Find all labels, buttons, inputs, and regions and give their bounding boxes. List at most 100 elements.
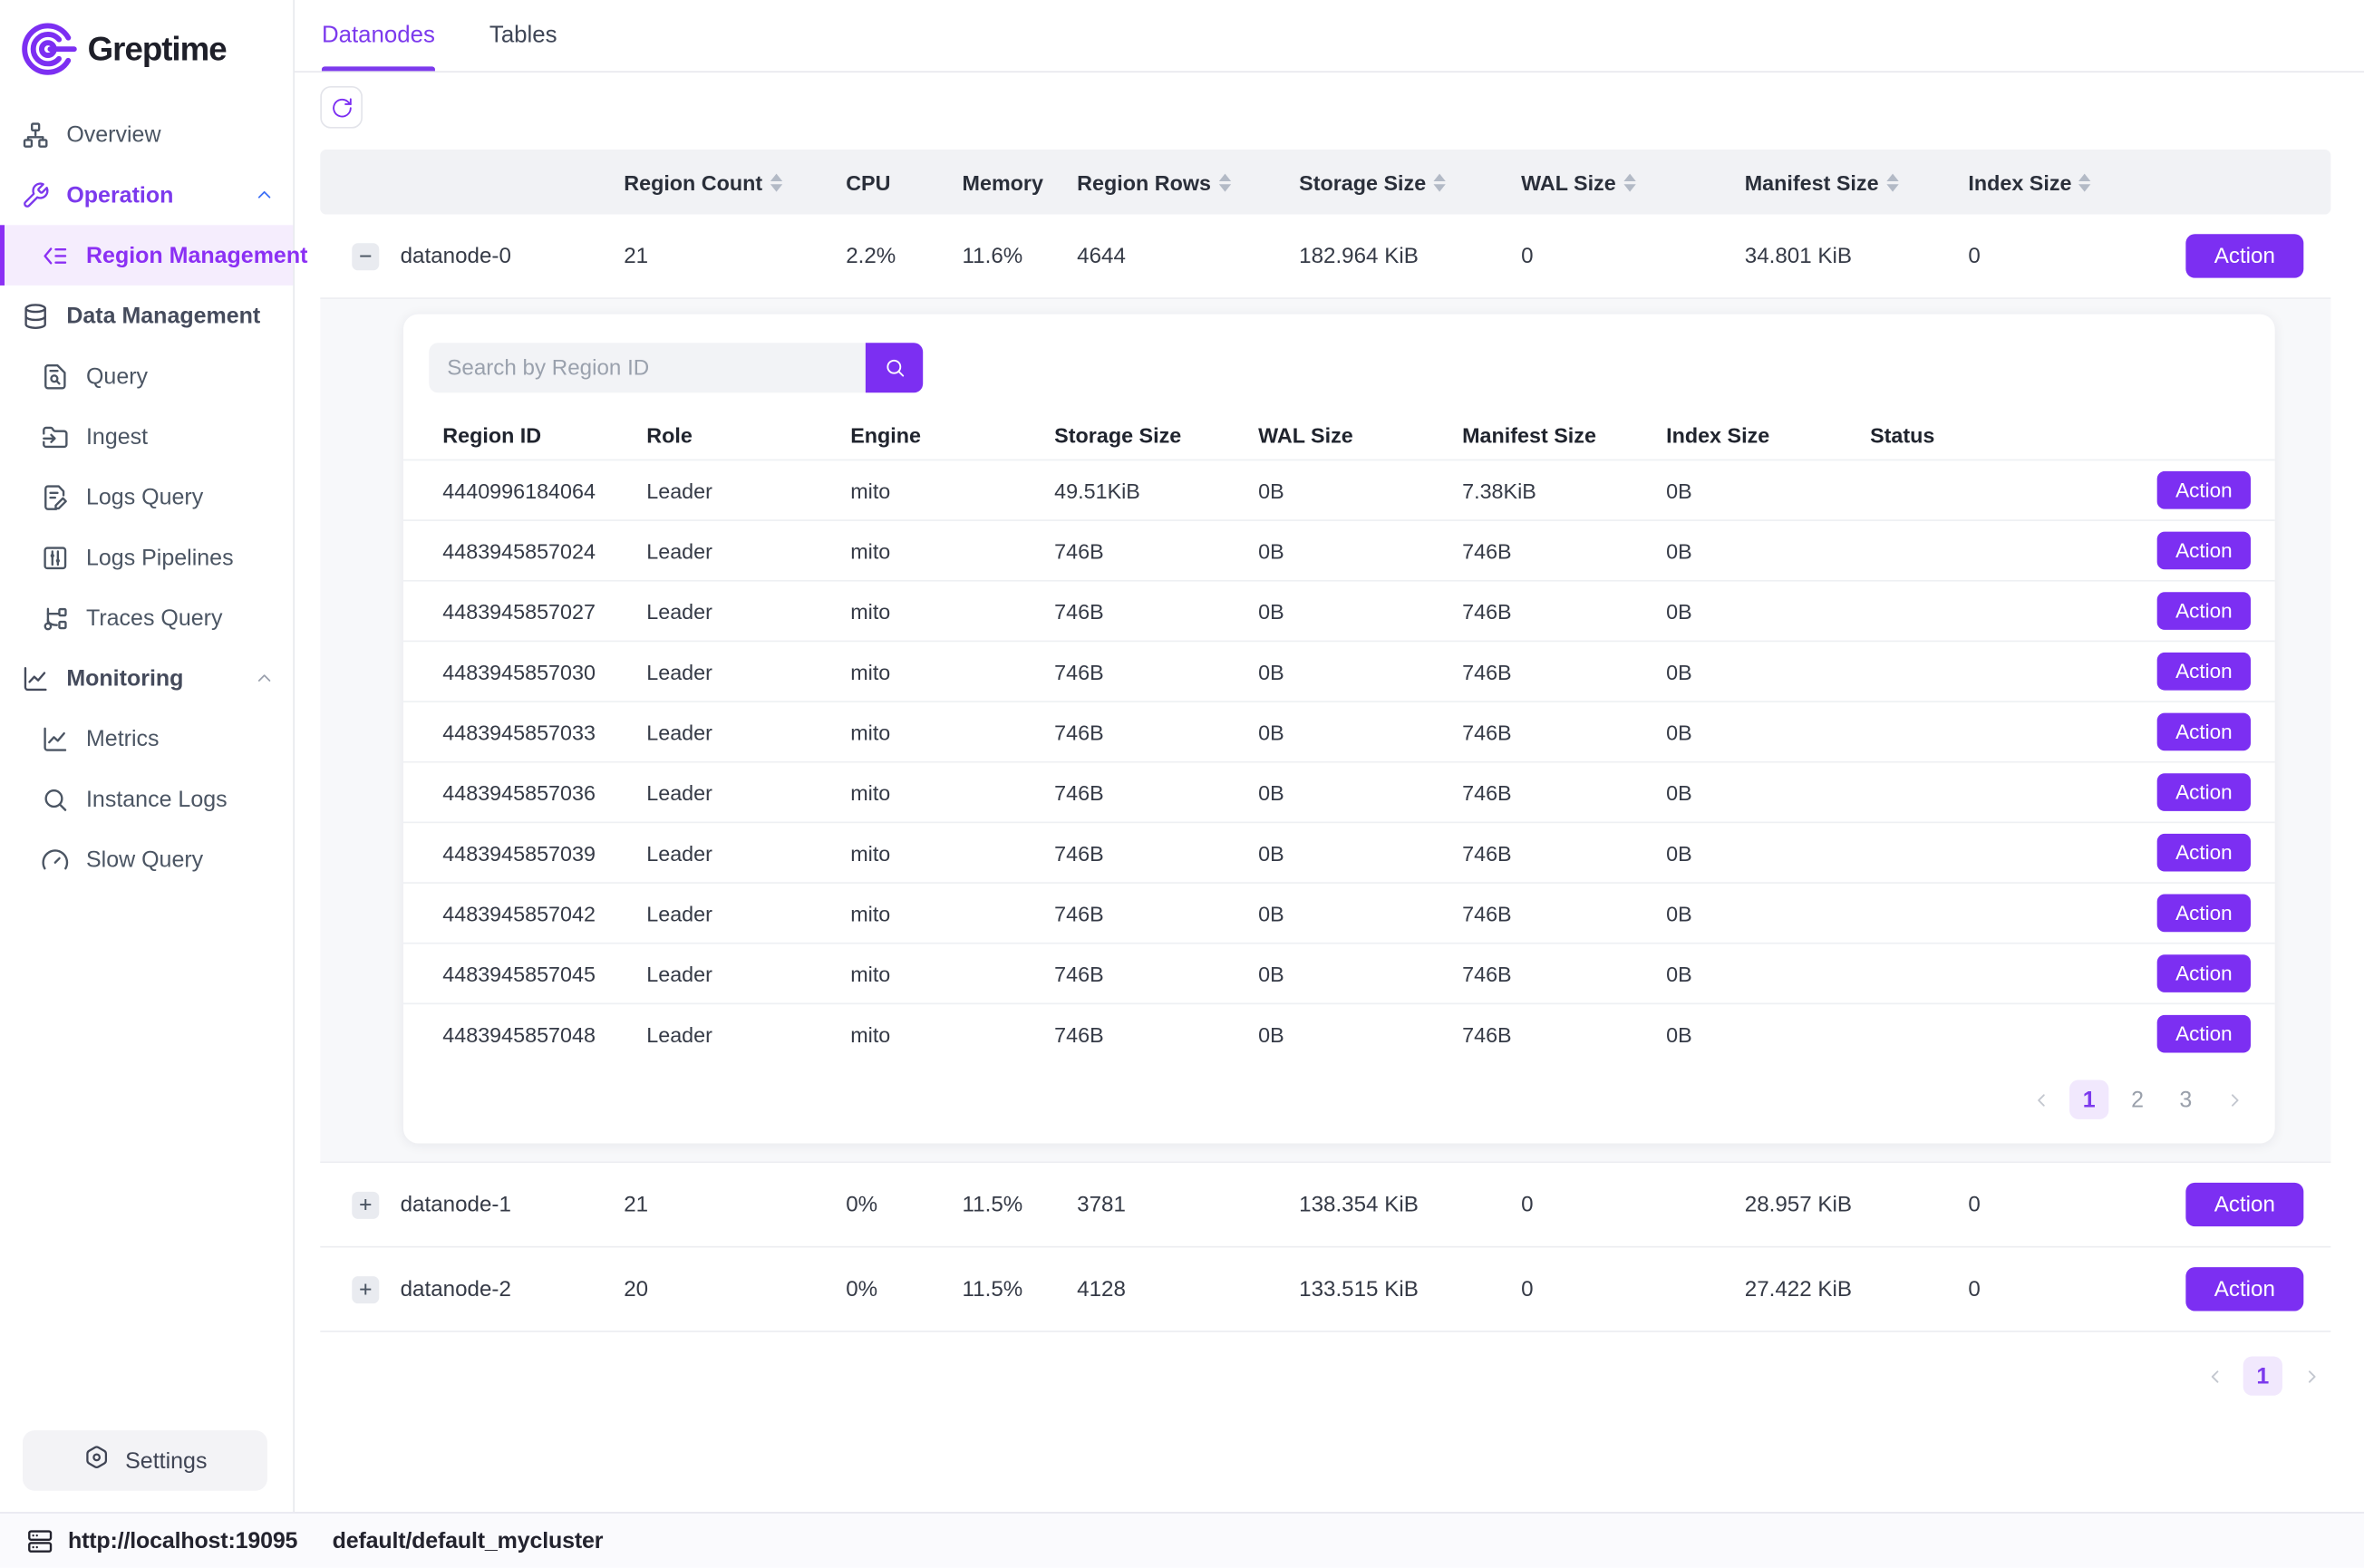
region-action-button[interactable]: Action [2157, 773, 2251, 811]
region-action-button[interactable]: Action [2157, 471, 2251, 509]
chart-line-icon [41, 724, 70, 753]
sidebar-item-instance-logs[interactable]: Instance Logs [0, 769, 293, 829]
sidebar-item-traces-query[interactable]: Traces Query [0, 587, 293, 648]
datanode-action-button[interactable]: Action [2185, 1267, 2303, 1311]
sidebar-item-query[interactable]: Query [0, 346, 293, 407]
prev-page-button[interactable] [2194, 1356, 2233, 1395]
column-header-region-count[interactable]: Region Count [609, 169, 831, 194]
datanode-action-button[interactable]: Action [2185, 1183, 2303, 1226]
cell-memory: 11.5% [947, 1277, 1062, 1302]
cell-engine: mito [850, 478, 1054, 502]
sidebar-item-operation[interactable]: Operation [0, 165, 293, 226]
chevron-up-icon [254, 184, 275, 205]
cell-manifest-size: 746B [1462, 901, 1666, 925]
region-action-button[interactable]: Action [2157, 532, 2251, 570]
file-pen-icon [41, 482, 70, 511]
column-header-memory: Memory [947, 169, 1062, 194]
settings-label: Settings [125, 1447, 207, 1473]
sort-icon[interactable] [1218, 173, 1230, 191]
sort-icon[interactable] [770, 173, 781, 191]
cell-region-id: 4483945857045 [442, 962, 646, 986]
region-action-button[interactable]: Action [2157, 1015, 2251, 1053]
region-row: 4483945857033 Leader mito 746B 0B 746B 0… [403, 701, 2275, 761]
sort-icon[interactable] [1886, 173, 1898, 191]
refresh-button[interactable] [320, 86, 363, 129]
next-page-button[interactable] [2291, 1356, 2330, 1395]
region-search-input[interactable] [429, 343, 866, 392]
column-header-manifest-size[interactable]: Manifest Size [1729, 169, 1953, 194]
sidebar-item-logs-query[interactable]: Logs Query [0, 467, 293, 528]
sidebar-item-data-management[interactable]: Data Management [0, 286, 293, 346]
region-row: 4440996184064 Leader mito 49.51KiB 0B 7.… [403, 460, 2275, 520]
column-header-wal-size[interactable]: WAL Size [1506, 169, 1729, 194]
cell-wal-size: 0 [1506, 1193, 1729, 1217]
region-search [403, 343, 2275, 392]
folder-input-icon [41, 422, 70, 451]
region-search-button[interactable] [866, 343, 923, 392]
datanode-row: − datanode-0 21 2.2% 11.6% 4644 182.964 … [320, 215, 2330, 299]
expand-toggle-button[interactable]: − [352, 242, 379, 269]
sort-icon[interactable] [1434, 173, 1446, 191]
cell-role: Leader [646, 780, 850, 805]
column-header-cpu: CPU [831, 169, 947, 194]
datanode-name: datanode-0 [383, 244, 609, 268]
page-button-1[interactable]: 1 [2243, 1356, 2282, 1395]
cell-region-count: 21 [609, 244, 831, 268]
cell-index-size: 0 [1953, 244, 2107, 268]
cell-wal-size: 0B [1258, 478, 1462, 502]
cell-manifest-size: 34.801 KiB [1729, 244, 1953, 268]
region-column-header-role: Role [646, 422, 850, 447]
sidebar-item-label: Logs Pipelines [86, 545, 275, 570]
cell-manifest-size: 746B [1462, 599, 1666, 624]
region-action-button[interactable]: Action [2157, 592, 2251, 630]
tab-datanodes[interactable]: Datanodes [322, 0, 435, 71]
region-column-header-wal-size: WAL Size [1258, 422, 1462, 447]
sidebar-item-region-management[interactable]: Region Management [0, 225, 293, 286]
cell-engine: mito [850, 599, 1054, 624]
sort-icon[interactable] [2079, 173, 2091, 191]
cell-wal-size: 0B [1258, 962, 1462, 986]
region-action-button[interactable]: Action [2157, 895, 2251, 933]
region-action-button[interactable]: Action [2157, 834, 2251, 872]
column-header-storage-size[interactable]: Storage Size [1284, 169, 1506, 194]
sort-icon[interactable] [1623, 173, 1635, 191]
cell-storage-size: 746B [1054, 1021, 1258, 1046]
expand-toggle-button[interactable]: + [352, 1191, 379, 1218]
page-button-1[interactable]: 1 [2069, 1080, 2108, 1119]
datanode-action-button[interactable]: Action [2185, 234, 2303, 277]
region-row: 4483945857045 Leader mito 746B 0B 746B 0… [403, 943, 2275, 1003]
server-icon [25, 1526, 54, 1555]
chevron-left-icon [2204, 1365, 2226, 1388]
region-action-button[interactable]: Action [2157, 653, 2251, 691]
region-action-button[interactable]: Action [2157, 954, 2251, 992]
next-page-button[interactable] [2214, 1080, 2253, 1119]
cell-index-size: 0 [1953, 1277, 2107, 1302]
expand-toggle-button[interactable]: + [352, 1275, 379, 1302]
region-action-button[interactable]: Action [2157, 713, 2251, 751]
page-button-2[interactable]: 2 [2117, 1080, 2156, 1119]
cell-region-id: 4483945857024 [442, 538, 646, 563]
sidebar-item-slow-query[interactable]: Slow Query [0, 829, 293, 890]
prev-page-button[interactable] [2021, 1080, 2060, 1119]
column-label: Memory [963, 169, 1043, 194]
column-label: Storage Size [1299, 169, 1426, 194]
region-column-header-status: Status [1870, 422, 2074, 447]
cell-storage-size: 182.964 KiB [1284, 244, 1506, 268]
cell-index-size: 0B [1666, 720, 1870, 744]
sidebar-item-overview[interactable]: Overview [0, 104, 293, 165]
brand-logo[interactable]: Greptime [0, 0, 293, 104]
page-button-3[interactable]: 3 [2166, 1080, 2205, 1119]
sidebar-item-metrics[interactable]: Metrics [0, 709, 293, 769]
cell-region-rows: 4644 [1062, 244, 1284, 268]
cell-storage-size: 133.515 KiB [1284, 1277, 1506, 1302]
sidebar-item-ingest[interactable]: Ingest [0, 406, 293, 467]
tab-tables[interactable]: Tables [489, 0, 557, 71]
gear-icon [82, 1444, 110, 1477]
gear-icon [82, 1444, 110, 1471]
column-header-region-rows[interactable]: Region Rows [1062, 169, 1284, 194]
column-header-index-size[interactable]: Index Size [1953, 169, 2107, 194]
cell-storage-size: 746B [1054, 840, 1258, 865]
sidebar-item-logs-pipelines[interactable]: Logs Pipelines [0, 528, 293, 588]
settings-button[interactable]: Settings [23, 1430, 267, 1491]
sidebar-item-monitoring[interactable]: Monitoring [0, 648, 293, 709]
